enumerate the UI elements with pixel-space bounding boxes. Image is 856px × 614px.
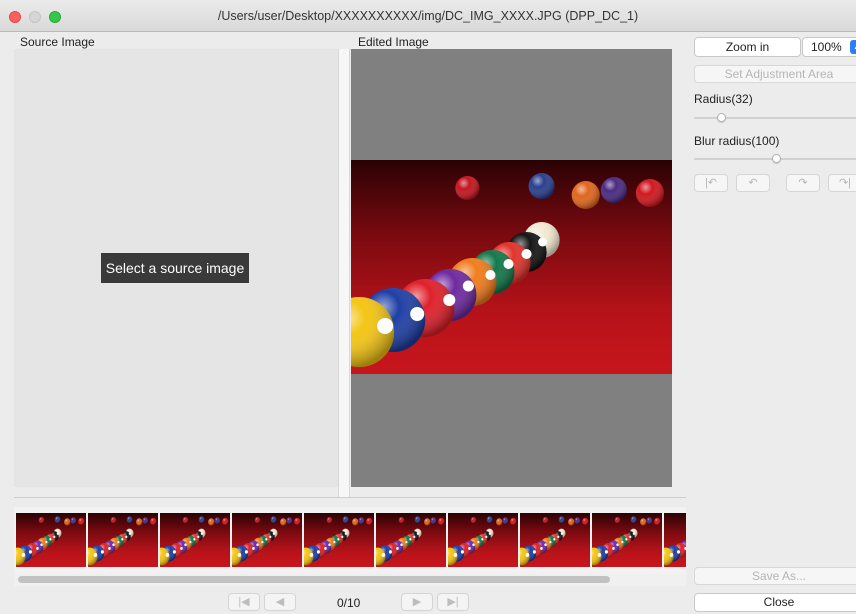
history-controls: |↶ ↶ ↷ ↷| xyxy=(694,174,856,194)
next-page-icon: ▶ xyxy=(412,596,422,608)
title-bar: /Users/user/Desktop/XXXXXXXXXX/img/DC_IM… xyxy=(0,0,856,32)
zoom-in-button[interactable]: Zoom in xyxy=(694,37,801,57)
thumbnail[interactable] xyxy=(16,513,86,567)
zoom-select[interactable]: 100% ▲ xyxy=(802,37,856,57)
panel-divider xyxy=(338,49,350,498)
last-page-button[interactable]: ▶| xyxy=(437,593,469,611)
undo-button[interactable]: ↶ xyxy=(736,174,770,192)
edited-photo xyxy=(351,160,672,374)
thumbnail[interactable] xyxy=(592,513,662,567)
thumbnail[interactable] xyxy=(88,513,158,567)
thumbnail[interactable] xyxy=(520,513,590,567)
edited-image-panel[interactable] xyxy=(351,49,672,487)
strip-divider xyxy=(14,497,686,498)
redo-all-button[interactable]: ↷| xyxy=(828,174,856,192)
thumbnail-scrollbar[interactable] xyxy=(14,573,686,586)
first-page-button[interactable]: |◀ xyxy=(228,593,260,611)
edited-image-label: Edited Image xyxy=(358,35,429,49)
prev-page-icon: ◀ xyxy=(275,596,285,608)
source-image-label: Source Image xyxy=(20,35,95,49)
close-button[interactable]: Close xyxy=(694,593,856,612)
zoom-value: 100% xyxy=(811,40,842,54)
adjustment-panel: Zoom in 100% ▲ Set Adjustment Area Radiu… xyxy=(686,32,856,614)
radius-label: Radius(32) xyxy=(694,92,753,106)
next-page-button[interactable]: ▶ xyxy=(401,593,433,611)
redo-button[interactable]: ↷ xyxy=(786,174,820,192)
blur-radius-slider-knob[interactable] xyxy=(772,154,781,163)
thumbnail[interactable] xyxy=(304,513,374,567)
redo-all-icon: ↷| xyxy=(838,177,852,189)
prev-page-button[interactable]: ◀ xyxy=(264,593,296,611)
radius-slider-knob[interactable] xyxy=(717,113,726,122)
save-as-button[interactable]: Save As... xyxy=(694,567,856,585)
thumbnail[interactable] xyxy=(448,513,518,567)
select-source-message: Select a source image xyxy=(101,253,249,283)
thumbnail[interactable] xyxy=(160,513,230,567)
thumbnail-strip[interactable] xyxy=(14,507,686,573)
set-adjustment-area-button[interactable]: Set Adjustment Area xyxy=(694,65,856,83)
undo-icon: ↶ xyxy=(748,177,758,189)
redo-icon: ↷ xyxy=(798,177,808,189)
blur-radius-label: Blur radius(100) xyxy=(694,134,780,148)
window-title: /Users/user/Desktop/XXXXXXXXXX/img/DC_IM… xyxy=(217,9,639,23)
dropdown-arrows-icon: ▲ xyxy=(850,40,856,54)
scrollbar-thumb[interactable] xyxy=(18,576,610,583)
thumbnail[interactable] xyxy=(664,513,686,567)
thumbnail[interactable] xyxy=(232,513,302,567)
undo-all-button[interactable]: |↶ xyxy=(694,174,728,192)
undo-all-icon: |↶ xyxy=(704,177,718,189)
page-counter: 0/10 xyxy=(337,596,361,610)
thumbnail[interactable] xyxy=(376,513,446,567)
last-page-icon: ▶| xyxy=(447,596,459,608)
first-page-icon: |◀ xyxy=(238,596,250,608)
